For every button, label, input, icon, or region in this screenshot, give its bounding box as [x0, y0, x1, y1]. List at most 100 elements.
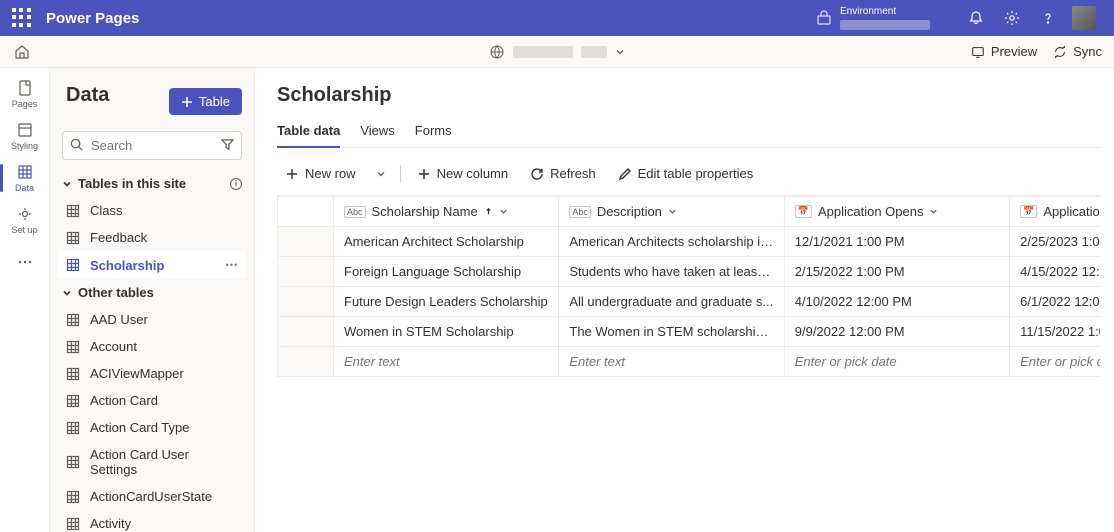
- styling-icon: [16, 121, 34, 139]
- row-handle[interactable]: [278, 287, 334, 317]
- sidebar-item-class[interactable]: Class⋯: [58, 197, 246, 224]
- cell-opens[interactable]: 2/15/2022 1:00 PM: [784, 257, 1009, 287]
- cell-opens[interactable]: 12/1/2021 1:00 PM: [784, 227, 1009, 257]
- help-button[interactable]: [1030, 0, 1066, 36]
- settings-button[interactable]: [994, 0, 1030, 36]
- new-row-label: New row: [305, 166, 356, 181]
- gear-icon: [1004, 10, 1020, 26]
- cell-description[interactable]: All undergraduate and graduate s...: [559, 287, 784, 317]
- sidebar-item-scholarship[interactable]: Scholarship⋯: [58, 251, 246, 279]
- sidebar-item-aad-user[interactable]: AAD User: [58, 306, 246, 333]
- row-handle[interactable]: [278, 347, 334, 377]
- edit-props-button[interactable]: Edit table properties: [610, 162, 762, 185]
- cell-name[interactable]: Future Design Leaders Scholarship: [334, 287, 559, 317]
- table-row[interactable]: American Architect ScholarshipAmerican A…: [278, 227, 1101, 257]
- cell-name[interactable]: Foreign Language Scholarship: [334, 257, 559, 287]
- user-avatar[interactable]: [1066, 0, 1102, 36]
- sidebar-item-label: ACIViewMapper: [90, 366, 184, 381]
- chevron-down-icon: [615, 47, 625, 57]
- row-handle[interactable]: [278, 317, 334, 347]
- environment-picker[interactable]: Environment: [816, 6, 930, 30]
- tab-forms[interactable]: Forms: [415, 115, 452, 147]
- globe-icon: [489, 44, 505, 60]
- sidebar-item-activity[interactable]: Activity: [58, 510, 246, 532]
- sidebar-item-aciviewmapper[interactable]: ACIViewMapper: [58, 360, 246, 387]
- section-other-tables[interactable]: Other tables: [58, 279, 246, 306]
- new-column-button[interactable]: New column: [409, 162, 517, 185]
- cell-deadline[interactable]: 11/15/2022 1:0: [1010, 317, 1100, 347]
- cell-opens[interactable]: 9/9/2022 12:00 PM: [784, 317, 1009, 347]
- rail-item-styling[interactable]: Styling: [0, 116, 50, 156]
- col-header-description[interactable]: Abc Description: [559, 197, 784, 227]
- data-icon: [16, 163, 34, 181]
- col-name-label: Scholarship Name: [372, 204, 478, 219]
- new-row-button[interactable]: New row: [277, 162, 364, 185]
- cell-deadline-input[interactable]: [1010, 347, 1100, 377]
- table-row[interactable]: Future Design Leaders ScholarshipAll und…: [278, 287, 1101, 317]
- cell-deadline[interactable]: 6/1/2022 12:00: [1010, 287, 1100, 317]
- cell-opens[interactable]: 4/10/2022 12:00 PM: [784, 287, 1009, 317]
- cell-opens-input[interactable]: [784, 347, 1009, 377]
- cell-deadline[interactable]: 2/25/2023 1:00: [1010, 227, 1100, 257]
- sort-asc-icon: [484, 207, 493, 216]
- rail-item-setup[interactable]: Set up: [0, 200, 50, 240]
- tab-views[interactable]: Views: [360, 115, 394, 147]
- pages-icon: [16, 79, 34, 97]
- rail-item-more[interactable]: [0, 242, 50, 282]
- new-table-button[interactable]: Table: [169, 88, 242, 115]
- sync-icon: [1053, 45, 1067, 59]
- item-more-icon[interactable]: ⋯: [225, 257, 238, 273]
- table-row[interactable]: Women in STEM ScholarshipThe Women in ST…: [278, 317, 1101, 347]
- section-tables-in-site[interactable]: Tables in this site i: [58, 170, 246, 197]
- sidebar-item-label: Feedback: [90, 230, 147, 245]
- row-handle[interactable]: [278, 257, 334, 287]
- search-icon: [70, 138, 83, 151]
- table-scroll-area[interactable]: Abc Scholarship Name Abc Description: [277, 195, 1100, 532]
- bell-icon: [968, 10, 984, 26]
- app-launcher-icon[interactable]: [12, 8, 32, 28]
- sync-button[interactable]: Sync: [1053, 44, 1102, 59]
- cell-description[interactable]: The Women in STEM scholarship i...: [559, 317, 784, 347]
- cell-desc-input[interactable]: [559, 347, 784, 377]
- table-row[interactable]: Foreign Language ScholarshipStudents who…: [278, 257, 1101, 287]
- date-type-icon: 📅: [795, 205, 812, 218]
- refresh-button[interactable]: Refresh: [522, 162, 604, 185]
- new-row-placeholder[interactable]: [278, 347, 1101, 377]
- page-title: Scholarship: [277, 84, 1100, 107]
- cell-name[interactable]: Women in STEM Scholarship: [334, 317, 559, 347]
- search-input[interactable]: [62, 131, 242, 160]
- tab-table-data[interactable]: Table data: [277, 115, 340, 148]
- preview-button[interactable]: Preview: [971, 44, 1037, 59]
- col-header-deadline[interactable]: 📅 Application D: [1010, 197, 1100, 227]
- separator: [400, 165, 401, 183]
- home-icon[interactable]: [14, 44, 30, 60]
- table-icon: [66, 517, 80, 531]
- col-header-name[interactable]: Abc Scholarship Name: [334, 197, 559, 227]
- cell-name[interactable]: American Architect Scholarship: [334, 227, 559, 257]
- help-icon: [1040, 10, 1056, 26]
- sidebar-item-action-card[interactable]: Action Card: [58, 387, 246, 414]
- sidebar-item-action-card-type[interactable]: Action Card Type: [58, 414, 246, 441]
- rail-item-data[interactable]: Data: [0, 158, 50, 198]
- cell-deadline[interactable]: 4/15/2022 12:0: [1010, 257, 1100, 287]
- more-icon: [16, 253, 34, 271]
- sidebar-item-feedback[interactable]: Feedback⋯: [58, 224, 246, 251]
- sidebar-item-action-card-user-settings[interactable]: Action Card User Settings: [58, 441, 246, 483]
- col-deadline-label: Application D: [1043, 204, 1100, 219]
- cell-description[interactable]: American Architects scholarship is...: [559, 227, 784, 257]
- sidebar-item-actioncarduserstate[interactable]: ActionCardUserState: [58, 483, 246, 510]
- site-switcher[interactable]: [489, 44, 625, 60]
- notifications-button[interactable]: [958, 0, 994, 36]
- table-icon: [66, 490, 80, 504]
- sidebar-item-account[interactable]: Account: [58, 333, 246, 360]
- cell-description[interactable]: Students who have taken at least ...: [559, 257, 784, 287]
- rail-item-pages[interactable]: Pages: [0, 74, 50, 114]
- cell-name-input[interactable]: [334, 347, 559, 377]
- table-icon: [66, 455, 80, 469]
- new-row-dropdown[interactable]: [370, 165, 392, 183]
- row-handle[interactable]: [278, 227, 334, 257]
- top-header: Power Pages Environment: [0, 0, 1114, 36]
- filter-icon[interactable]: [221, 138, 234, 151]
- col-header-opens[interactable]: 📅 Application Opens: [784, 197, 1009, 227]
- info-icon[interactable]: i: [230, 178, 242, 190]
